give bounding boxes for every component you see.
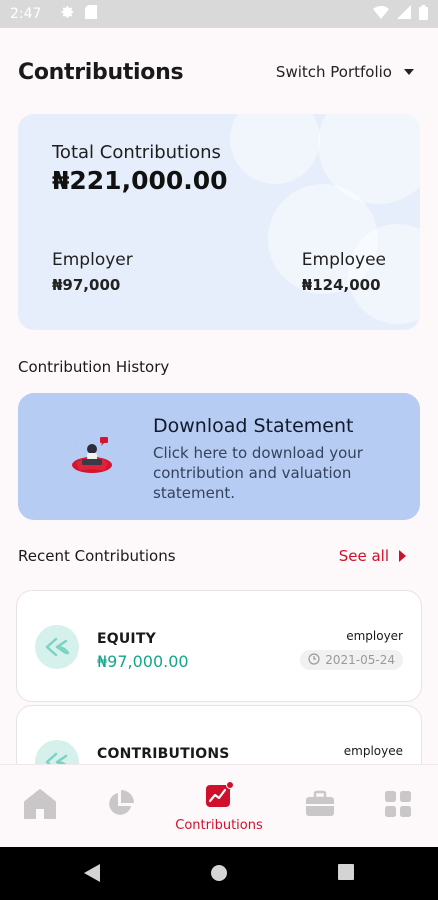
caret-down-icon [404,69,414,75]
clock-icon [308,652,320,668]
recents-icon[interactable] [338,864,354,885]
home-icon [23,788,57,825]
contribution-type: employee [343,744,403,758]
contribution-type: employer [346,629,403,643]
employer-label: Employer [52,250,133,270]
nav-services[interactable] [300,765,340,848]
contribution-name: CONTRIBUTIONS [97,746,230,762]
wifi-icon [373,5,389,23]
contribution-card[interactable]: CONTRIBUTIONS employee [16,705,422,764]
total-contributions-card: Total Contributions ₦221,000.00 Employer… [18,114,420,330]
page-header: Contributions Switch Portfolio [18,54,420,90]
switch-portfolio-dropdown[interactable]: Switch Portfolio [276,63,414,81]
status-time: 2:47 [10,6,42,22]
see-all-label: See all [338,547,389,565]
contribution-history-title: Contribution History [18,358,170,376]
total-contributions-value: ₦221,000.00 [52,166,228,195]
contribution-date-badge: 2021-05-24 [300,650,403,670]
pie-chart-icon [105,789,135,824]
employee-value: ₦124,000 [301,276,381,294]
download-statement-description: Click here to download your contribution… [153,444,363,502]
contribution-date: 2021-05-24 [325,653,395,667]
nav-contributions[interactable]: Contributions [160,765,278,848]
nav-contributions-label: Contributions [175,817,263,833]
trend-chart-icon [204,780,234,814]
nav-home[interactable] [20,765,60,848]
switch-portfolio-label: Switch Portfolio [275,63,392,81]
download-statement-card[interactable]: Download Statement Click here to downloa… [18,393,420,520]
system-navigation-bar [0,847,438,900]
total-contributions-label: Total Contributions [52,142,221,163]
settings-icon [61,5,75,23]
person-with-laptop-illustration [68,427,120,477]
reply-arrows-icon [35,740,79,764]
battery-icon [419,4,428,24]
employer-value: ₦97,000 [52,276,121,294]
nav-portfolio[interactable] [100,765,140,848]
recent-contributions-list[interactable]: EQUITY ₦97,000.00 employer 2021-05-24 CO… [0,588,438,764]
sd-card-icon [85,5,98,23]
briefcase-icon [304,790,336,823]
bottom-navigation: Contributions [0,764,438,847]
employee-label: Employee [301,250,386,270]
recent-contributions-title: Recent Contributions [18,547,176,565]
contribution-amount: ₦97,000.00 [97,652,189,671]
contribution-name: EQUITY [97,631,156,647]
contribution-card[interactable]: EQUITY ₦97,000.00 employer 2021-05-24 [16,590,422,702]
status-bar: 2:47 [0,0,438,28]
download-statement-title: Download Statement [153,415,354,437]
reply-arrows-icon [35,625,79,669]
nav-more[interactable] [378,765,418,848]
employee-summary: Employee ₦124,000 [302,250,386,294]
back-icon[interactable] [84,864,100,887]
decor-bubble [230,114,320,184]
home-circle-icon[interactable] [210,864,228,887]
employer-summary: Employer ₦97,000 [52,250,133,294]
recent-contributions-header: Recent Contributions See all [18,545,420,567]
see-all-link[interactable]: See all [339,547,406,565]
signal-icon [397,5,411,23]
chevron-right-icon [399,550,406,562]
grid-icon [383,789,413,824]
page-title: Contributions [18,59,184,85]
